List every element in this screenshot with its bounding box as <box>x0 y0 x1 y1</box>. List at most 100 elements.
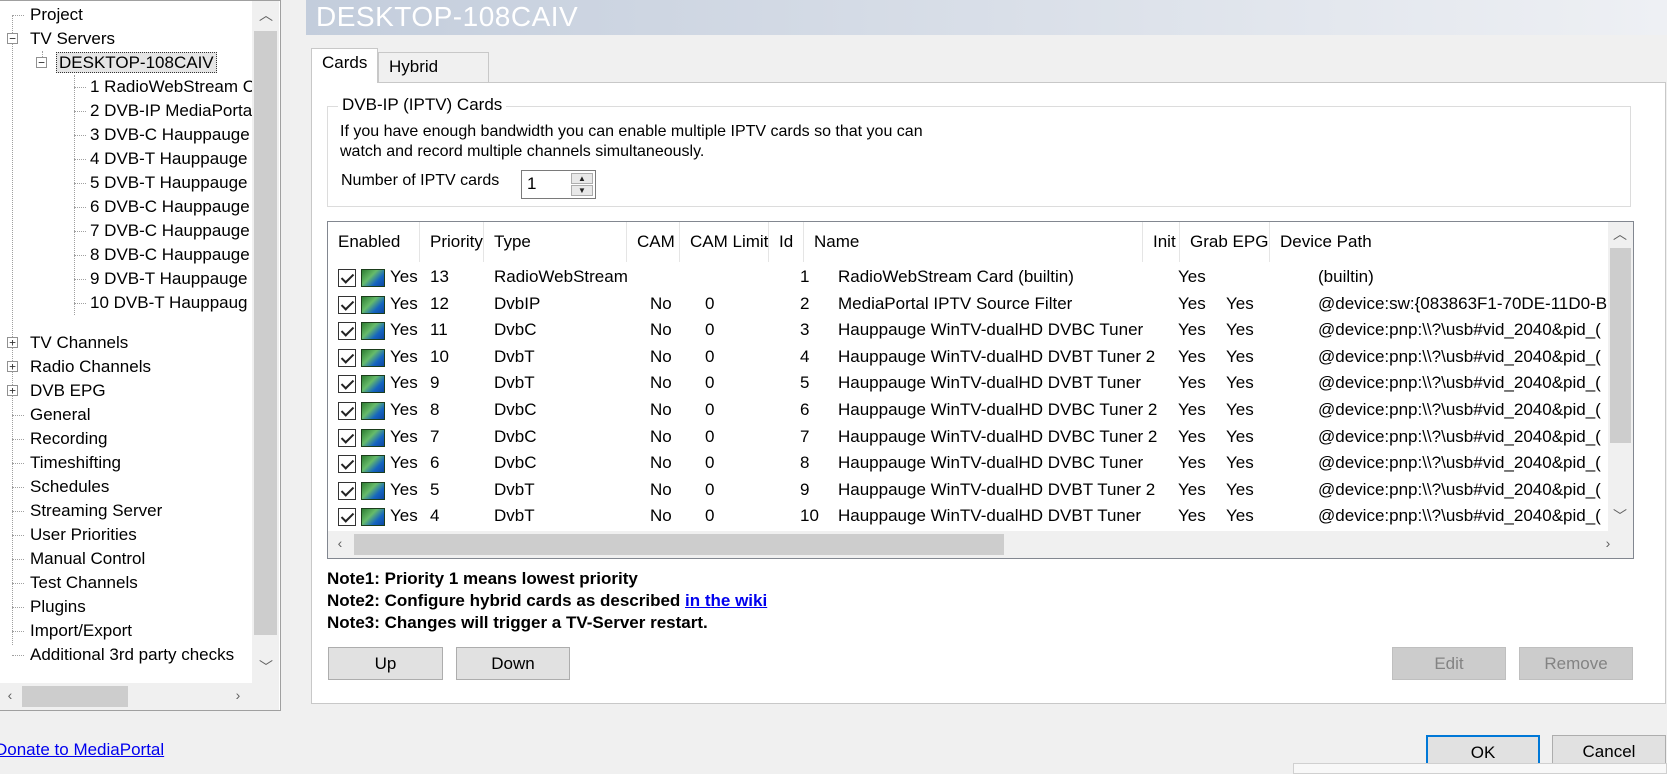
settings-tree[interactable]: Project − TV Servers − DESKTOP-108CAIV 1 R… <box>0 0 281 711</box>
tree-item-tv-servers[interactable]: − TV Servers <box>0 27 117 51</box>
column-header-grab-epg[interactable]: Grab EPG <box>1180 222 1270 262</box>
tree-item-card-5[interactable]: 5 DVB-T Hauppauge <box>74 171 250 195</box>
tree-item-card-3[interactable]: 3 DVB-C Hauppauge <box>74 123 252 147</box>
cell-id: 6 <box>800 400 810 419</box>
table-row[interactable]: Yes 9 DvbT No 0 5 Hauppauge WinTV-dualHD DVBT … <box>328 370 1608 397</box>
table-row[interactable]: Yes 7 DvbC No 0 7 Hauppauge WinTV-dualHD DVBC … <box>328 424 1608 451</box>
tree-item-import-export[interactable]: Import/Export <box>0 619 134 643</box>
tree-item-schedules[interactable]: Schedules <box>0 475 111 499</box>
scroll-down-icon[interactable]: ﹀ <box>256 657 276 677</box>
up-button[interactable]: Up <box>328 647 443 680</box>
collapse-icon[interactable]: − <box>7 33 18 44</box>
expand-icon[interactable]: + <box>7 361 18 372</box>
table-row[interactable]: Yes 13 RadioWebStream 1 RadioWebStream Card … <box>328 264 1608 291</box>
column-header-type[interactable]: Type <box>484 222 627 262</box>
cell-priority: 8 <box>430 400 440 419</box>
tree-item-general[interactable]: General <box>0 403 92 427</box>
tree-item-card-8[interactable]: 8 DVB-C Hauppauge <box>74 243 252 267</box>
enabled-checkbox[interactable] <box>338 348 356 367</box>
scroll-up-icon[interactable]: ︿ <box>1610 224 1630 244</box>
expand-icon[interactable]: + <box>7 337 18 348</box>
tree-item-tv-channels[interactable]: + TV Channels <box>0 331 130 355</box>
spin-up-icon[interactable]: ▲ <box>571 173 593 184</box>
enabled-checkbox[interactable] <box>338 428 356 447</box>
tree-item-user-priorities[interactable]: User Priorities <box>0 523 139 547</box>
table-row[interactable]: Yes 6 DvbC No 0 8 Hauppauge WinTV-dualHD DVBC … <box>328 450 1608 477</box>
table-vertical-scrollbar[interactable]: ︿ ﹀ <box>1608 222 1633 531</box>
tree-item-card-7[interactable]: 7 DVB-C Hauppauge <box>74 219 252 243</box>
column-header-cam[interactable]: CAM <box>627 222 680 262</box>
enabled-checkbox[interactable] <box>338 455 356 474</box>
cell-cam-limit: 0 <box>705 400 715 419</box>
donate-link[interactable]: Donate to MediaPortal <box>0 740 164 760</box>
table-row[interactable]: Yes 10 DvbT No 0 4 Hauppauge WinTV-dualHD DVBT… <box>328 344 1608 371</box>
scroll-left-icon[interactable]: ‹ <box>330 535 350 551</box>
cell-grab-epg: Yes <box>1226 293 1254 313</box>
edit-button[interactable]: Edit <box>1392 647 1506 680</box>
enabled-checkbox[interactable] <box>338 295 356 314</box>
tree-item-radio-channels[interactable]: + Radio Channels <box>0 355 153 379</box>
expand-icon[interactable]: + <box>7 385 18 396</box>
table-horizontal-scrollbar[interactable]: ‹ › <box>328 531 1633 558</box>
iptv-count-stepper[interactable]: 1 ▲ ▼ <box>521 170 596 199</box>
table-row[interactable]: Yes 8 DvbC No 0 6 Hauppauge WinTV-dualHD DVBC … <box>328 397 1608 424</box>
tree-item-streaming-server[interactable]: Streaming Server <box>0 499 164 523</box>
cell-priority: 13 <box>430 267 449 286</box>
column-header-priority[interactable]: Priority <box>420 222 484 262</box>
table-hscroll-thumb[interactable] <box>354 534 1004 555</box>
scroll-right-icon[interactable]: › <box>1598 535 1618 551</box>
enabled-checkbox[interactable] <box>338 402 356 420</box>
tree-item-card-4[interactable]: 4 DVB-T Hauppauge <box>74 147 250 171</box>
tree-item-card-10[interactable]: 10 DVB-T Hauppaug <box>74 291 250 315</box>
tree-item-desktop-108caiv[interactable]: − DESKTOP-108CAIV <box>30 51 217 75</box>
tree-item-timeshifting[interactable]: Timeshifting <box>0 451 123 475</box>
table-row[interactable]: Yes 12 DvbIP No 0 2 MediaPortal IPTV Source Fi… <box>328 291 1608 318</box>
cards-table[interactable]: Enabled Priority Type CAM CAM Limit Id N… <box>327 221 1634 559</box>
tree-hscroll-thumb[interactable] <box>22 686 128 707</box>
tree-item-label: TV Servers <box>30 29 116 48</box>
column-header-cam-limit[interactable]: CAM Limit <box>680 222 769 262</box>
spin-down-icon[interactable]: ▼ <box>571 185 593 196</box>
tree-item-project[interactable]: Project <box>0 3 85 27</box>
tree-item-test-channels[interactable]: Test Channels <box>0 571 140 595</box>
enabled-checkbox[interactable] <box>338 481 356 500</box>
down-button[interactable]: Down <box>456 647 570 680</box>
column-header-enabled[interactable]: Enabled <box>328 222 420 262</box>
tree-vscroll-thumb[interactable] <box>254 31 277 635</box>
enabled-checkbox[interactable] <box>338 508 356 527</box>
column-header-init[interactable]: Init <box>1143 222 1180 262</box>
column-header-id[interactable]: Id <box>769 222 804 262</box>
table-row[interactable]: Yes 5 DvbT No 0 9 Hauppauge WinTV-dualHD DVBT … <box>328 477 1608 504</box>
scroll-right-icon[interactable]: › <box>228 687 248 703</box>
scroll-left-icon[interactable]: ‹ <box>0 687 20 703</box>
column-header-name[interactable]: Name <box>804 222 1143 262</box>
table-row[interactable]: Yes 4 DvbT No 0 10 Hauppauge WinTV-dualHD DVBT… <box>328 503 1608 530</box>
table-row[interactable]: Yes 11 DvbC No 0 3 Hauppauge WinTV-dualHD DVBC… <box>328 317 1608 344</box>
scroll-down-icon[interactable]: ﹀ <box>1610 506 1630 526</box>
tree-item-recording[interactable]: Recording <box>0 427 110 451</box>
tree-item-additional-checks[interactable]: Additional 3rd party checks <box>0 643 236 667</box>
tab-cards[interactable]: Cards <box>311 48 378 83</box>
tree-horizontal-scrollbar[interactable]: ‹ › <box>0 683 279 710</box>
enabled-checkbox[interactable] <box>338 269 356 287</box>
tree-vertical-scrollbar[interactable]: ︿ ﹀ <box>252 1 279 683</box>
tab-hybrid-cards[interactable]: Hybrid cards <box>378 52 489 104</box>
tree-item-card-2[interactable]: 2 DVB-IP MediaPorta <box>74 99 254 123</box>
table-vscroll-thumb[interactable] <box>1610 248 1631 443</box>
tree-item-plugins[interactable]: Plugins <box>0 595 88 619</box>
tree-item-card-9[interactable]: 9 DVB-T Hauppauge <box>74 267 250 291</box>
cell-type: DvbC <box>494 426 537 446</box>
cell-cam: No <box>650 453 672 473</box>
remove-button[interactable]: Remove <box>1519 647 1633 680</box>
wiki-link[interactable]: in the wiki <box>685 591 767 610</box>
tree-item-card-6[interactable]: 6 DVB-C Hauppauge <box>74 195 252 219</box>
enabled-checkbox[interactable] <box>338 375 356 394</box>
tree-item-manual-control[interactable]: Manual Control <box>0 547 147 571</box>
enabled-checkbox[interactable] <box>338 322 356 341</box>
tree-item-dvb-epg[interactable]: + DVB EPG <box>0 379 108 403</box>
scroll-up-icon[interactable]: ︿ <box>256 5 276 25</box>
iptv-count-value[interactable]: 1 <box>527 174 536 194</box>
column-header-device-path[interactable]: Device Path <box>1270 222 1610 262</box>
tree-item-card-1[interactable]: 1 RadioWebStream C <box>74 75 257 99</box>
collapse-icon[interactable]: − <box>36 57 47 68</box>
